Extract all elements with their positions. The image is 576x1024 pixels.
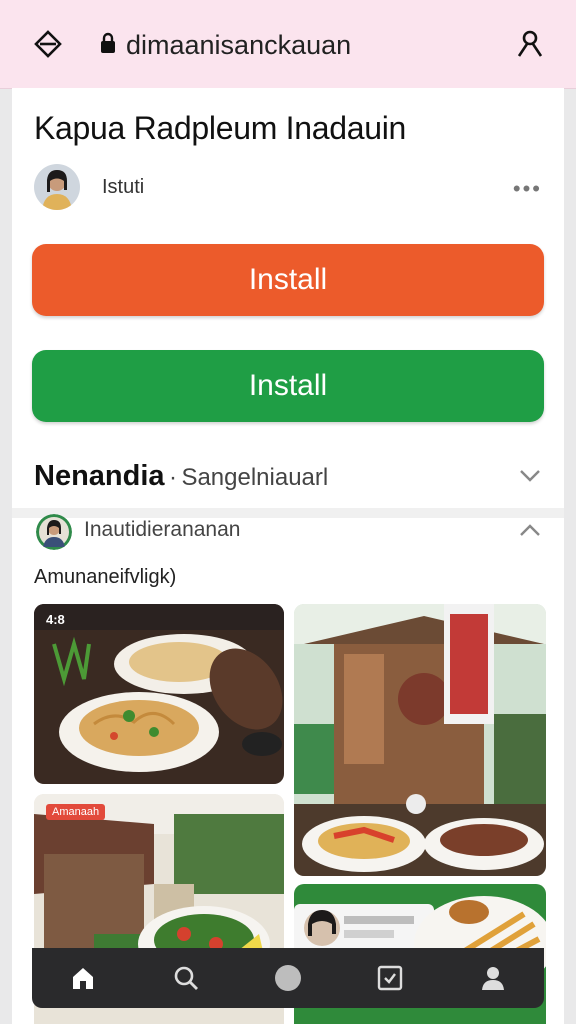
chevron-up-icon[interactable]: [516, 516, 544, 544]
install-button-secondary[interactable]: Install: [32, 350, 544, 422]
more-options-icon[interactable]: •••: [513, 176, 542, 202]
section-subtitle: Sangelniauarl: [181, 464, 329, 491]
subsection-row[interactable]: Inautidierananan: [34, 510, 544, 552]
food-photo-noodles[interactable]: 4:8: [34, 604, 284, 784]
tile-status-time: 4:8: [46, 612, 65, 627]
url-text: dimaanisanckauan: [126, 29, 352, 60]
checkbox-icon[interactable]: [370, 958, 410, 998]
chevron-down-icon[interactable]: [516, 462, 544, 490]
restaurant-photo[interactable]: [294, 604, 546, 876]
tile-badge: Amanaah: [46, 804, 106, 820]
bottom-nav: [32, 948, 544, 1008]
browser-toolbar: dimaanisanckauan: [0, 0, 576, 89]
avatar[interactable]: [34, 164, 80, 210]
author-name[interactable]: Istuti: [102, 176, 144, 199]
content-sheet: Kapua Radpleum Inadauin Istuti ••• Insta…: [12, 88, 564, 1024]
section-title: Nenandia: [34, 460, 165, 492]
section-separator: ·: [168, 464, 177, 491]
profile-icon[interactable]: [473, 958, 513, 998]
circle-icon[interactable]: [268, 958, 308, 998]
diamond-icon[interactable]: [30, 26, 66, 62]
subheading: Amunaneifvligk): [34, 566, 177, 588]
install-button-primary[interactable]: Install: [32, 244, 544, 316]
lock-icon: [100, 30, 116, 61]
subsection-name: Inautidierananan: [84, 518, 241, 541]
address-bar[interactable]: dimaanisanckauan: [100, 27, 351, 63]
section-header[interactable]: Nenandia · Sangelniauarl: [34, 460, 544, 500]
home-icon[interactable]: [63, 958, 103, 998]
page-title: Kapua Radpleum Inadauin: [34, 110, 407, 146]
profile-switch-icon[interactable]: [512, 26, 548, 62]
avatar: [36, 514, 72, 550]
author-row: Istuti •••: [34, 164, 544, 214]
search-icon[interactable]: [166, 958, 206, 998]
